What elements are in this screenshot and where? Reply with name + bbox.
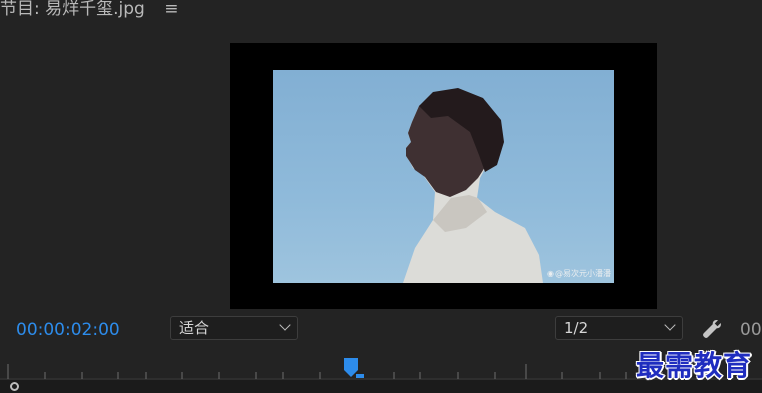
- zoom-fit-value: 适合: [179, 319, 210, 337]
- weibo-icon: ◉: [547, 269, 554, 278]
- preview-image: ◉@易次元小潘潘: [273, 70, 614, 283]
- zoom-fit-select[interactable]: 适合: [170, 316, 298, 340]
- playback-resolution-select[interactable]: 1/2: [555, 316, 683, 340]
- chevron-down-icon: [664, 319, 676, 331]
- wrench-icon[interactable]: [701, 318, 723, 340]
- panel-title-bar: 节目: 易烊千玺.jpg ≡: [0, 0, 179, 19]
- portrait-silhouette: [403, 88, 543, 283]
- watermark: ◉@易次元小潘潘: [547, 269, 611, 278]
- hamburger-menu-icon[interactable]: ≡: [164, 0, 178, 19]
- playhead-timecode[interactable]: 00:00:02:00: [16, 320, 120, 340]
- monitor-controls: 00:00:02:00 适合 1/2 00: [0, 313, 762, 347]
- program-monitor-canvas: ◉@易次元小潘潘: [230, 43, 657, 309]
- chevron-down-icon: [279, 319, 291, 331]
- end-timecode: 00: [740, 320, 762, 340]
- playhead-marker-icon[interactable]: [344, 358, 364, 380]
- playback-resolution-value: 1/2: [564, 319, 589, 337]
- scroll-handle-icon[interactable]: [10, 382, 19, 391]
- brand-watermark: 最需教育: [636, 349, 753, 382]
- panel-title: 节目: 易烊千玺.jpg: [0, 0, 145, 19]
